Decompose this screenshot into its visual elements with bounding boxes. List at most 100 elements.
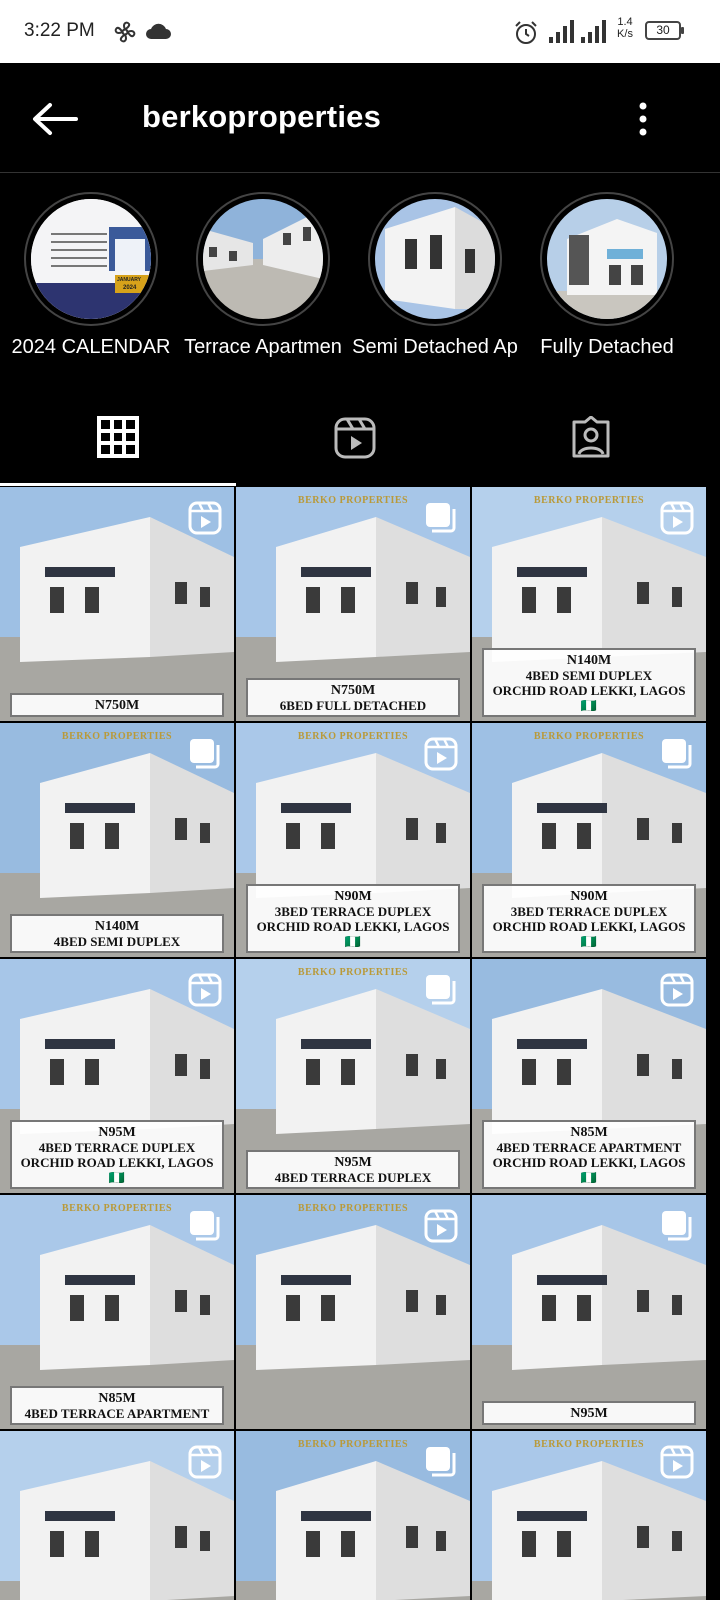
reel-icon — [424, 737, 458, 771]
carousel-icon — [662, 1211, 692, 1241]
carousel-icon — [190, 739, 220, 769]
highlight-label: Fully Detached — [540, 336, 674, 358]
highlight-ring: JANUARY 2024 — [24, 192, 158, 326]
post-caption-line: 3BED TERRACE DUPLEX — [274, 904, 432, 919]
battery-indicator: 30 — [645, 21, 684, 40]
post-caption-line: ORCHID ROAD LEKKI, LAGOS 🇳🇬 — [492, 1155, 686, 1185]
highlight-2024-calendar[interactable]: JANUARY 2024 2024 CALENDAR — [5, 192, 177, 359]
reels-icon — [334, 417, 376, 459]
reel-icon — [424, 1209, 458, 1243]
post-thumbnail[interactable]: N95M — [472, 1195, 706, 1429]
carousel-icon — [426, 503, 456, 533]
post-caption-line: ORCHID ROAD LEKKI, LAGOS 🇳🇬 — [256, 919, 450, 949]
post-caption-overlay: N750M 6BED FULL DETACHED — [246, 678, 460, 717]
highlight-ring — [540, 192, 674, 326]
carousel-icon — [426, 1447, 456, 1477]
profile-username: berkoproperties — [142, 99, 382, 134]
post-thumbnail[interactable]: BERKO PROPERTIES — [236, 1195, 470, 1429]
carousel-icon — [426, 975, 456, 1005]
post-price: N95M — [98, 1125, 136, 1140]
tagged-person-icon — [572, 416, 610, 458]
calendar-month: JANUARY — [117, 277, 141, 283]
post-price: N95M — [570, 1406, 608, 1421]
post-caption-overlay: N95M 4BED TERRACE DUPLEX — [246, 1150, 460, 1189]
post-price: N140M — [94, 919, 140, 934]
tab-selected-indicator — [0, 483, 236, 486]
arrow-left-icon[interactable] — [30, 101, 80, 137]
story-highlights: JANUARY 2024 2024 CALENDAR Terrace Apart… — [0, 174, 720, 384]
post-thumbnail[interactable] — [0, 1431, 234, 1600]
highlight-fully-detached[interactable]: Fully Detached — [521, 192, 693, 359]
post-caption-line: 3BED TERRACE DUPLEX — [510, 904, 668, 919]
post-caption-line: ORCHID ROAD LEKKI, LAGOS 🇳🇬 — [20, 1155, 214, 1185]
network-speed-unit: K/s — [617, 28, 633, 40]
post-thumbnail[interactable]: BERKO PROPERTIES — [472, 1431, 706, 1600]
tab-reels[interactable] — [236, 384, 472, 484]
post-thumbnail[interactable]: BERKO PROPERTIES N95M 4BED TERRACE DUPLEX — [236, 959, 470, 1193]
highlight-semi-detached[interactable]: Semi Detached Ap — [349, 192, 521, 359]
highlight-cover — [375, 199, 495, 319]
post-thumbnail[interactable]: BERKO PROPERTIES N140M 4BED SEMI DUPLEX ORC… — [472, 487, 706, 721]
post-caption-line: 4BED TERRACE APARTMENT — [24, 1406, 210, 1421]
highlight-ring — [196, 192, 330, 326]
posts-grid: N750M BERKO PROPERTIES N750M 6BED FULL DETA… — [0, 487, 720, 1600]
highlight-cover — [547, 199, 667, 319]
post-price: N750M — [330, 683, 376, 698]
post-thumbnail[interactable]: N750M — [0, 487, 234, 721]
more-vertical-icon[interactable] — [628, 99, 658, 139]
calendar-year: 2024 — [123, 285, 137, 291]
post-caption-overlay: N140M 4BED SEMI DUPLEX ORCHID ROAD LEKKI, … — [482, 648, 696, 717]
reel-icon — [660, 1445, 694, 1479]
post-price: N90M — [570, 889, 608, 904]
highlight-label: 2024 CALENDAR — [11, 336, 171, 358]
post-thumbnail[interactable]: BERKO PROPERTIES N85M 4BED TERRACE APARTME… — [0, 1195, 234, 1429]
tab-tagged[interactable] — [472, 384, 708, 484]
post-caption-line: ORCHID ROAD LEKKI, LAGOS 🇳🇬 — [492, 919, 686, 949]
alarm-icon — [515, 21, 537, 44]
highlight-label: Semi Detached Ap — [352, 336, 518, 358]
highlight-ring — [368, 192, 502, 326]
post-caption-line: 4BED SEMI DUPLEX — [525, 668, 653, 683]
post-caption-overlay: N140M 4BED SEMI DUPLEX — [10, 914, 224, 953]
post-price: N140M — [566, 653, 612, 668]
post-thumbnail[interactable]: BERKO PROPERTIES N90M 3BED TERRACE DUPLEX O… — [472, 723, 706, 957]
post-thumbnail[interactable]: BERKO PROPERTIES N750M 6BED FULL DETACHED — [236, 487, 470, 721]
post-caption-line: ORCHID ROAD LEKKI, LAGOS 🇳🇬 — [492, 683, 686, 713]
post-price: N90M — [334, 889, 372, 904]
post-price: N95M — [334, 1155, 372, 1170]
status-time: 3:22 PM — [24, 20, 95, 41]
post-thumbnail[interactable]: BERKO PROPERTIES N140M 4BED SEMI DUPLEX — [0, 723, 234, 957]
network-speed: 1.4 K/s — [614, 16, 636, 40]
reel-icon — [660, 973, 694, 1007]
reel-icon — [660, 501, 694, 535]
grid-icon — [97, 416, 139, 458]
network-speed-value: 1.4 — [617, 16, 633, 28]
carousel-icon — [190, 1211, 220, 1241]
post-caption-line: 4BED TERRACE DUPLEX — [274, 1170, 432, 1185]
post-thumbnail[interactable]: BERKO PROPERTIES — [236, 1431, 470, 1600]
highlight-cover — [203, 199, 323, 319]
post-price: N750M — [94, 698, 140, 713]
post-caption-line: 4BED TERRACE DUPLEX — [38, 1140, 196, 1155]
post-thumbnail[interactable]: N95M 4BED TERRACE DUPLEX ORCHID ROAD LEKKI… — [0, 959, 234, 1193]
tab-grid[interactable] — [0, 384, 236, 486]
post-caption-overlay: N85M 4BED TERRACE APARTMENT — [10, 1386, 224, 1425]
post-caption-overlay: N90M 3BED TERRACE DUPLEX ORCHID ROAD LEKKI… — [482, 884, 696, 953]
post-price: N85M — [570, 1125, 608, 1140]
post-thumbnail[interactable]: N85M 4BED TERRACE APARTMENT ORCHID ROAD LE… — [472, 959, 706, 1193]
signal-icon — [581, 20, 606, 43]
post-thumbnail[interactable]: BERKO PROPERTIES N90M 3BED TERRACE DUPLEX O… — [236, 723, 470, 957]
reel-icon — [188, 973, 222, 1007]
post-caption-overlay: N90M 3BED TERRACE DUPLEX ORCHID ROAD LEKKI… — [246, 884, 460, 953]
fan-icon — [114, 21, 136, 43]
highlight-terrace-apartment[interactable]: Terrace Apartmen — [177, 192, 349, 359]
highlight-label: Terrace Apartmen — [184, 336, 342, 358]
status-bar: 3:22 PM 1.4 K/s 30 — [0, 0, 720, 63]
post-caption-line: 4BED SEMI DUPLEX — [53, 934, 181, 949]
post-price: N85M — [98, 1391, 136, 1406]
highlight-cover: JANUARY 2024 — [31, 199, 151, 319]
post-caption-overlay: N95M — [482, 1401, 696, 1425]
post-caption-overlay: N750M — [10, 693, 224, 717]
cloud-icon — [146, 23, 171, 39]
post-caption-overlay: N85M 4BED TERRACE APARTMENT ORCHID ROAD LE… — [482, 1120, 696, 1189]
